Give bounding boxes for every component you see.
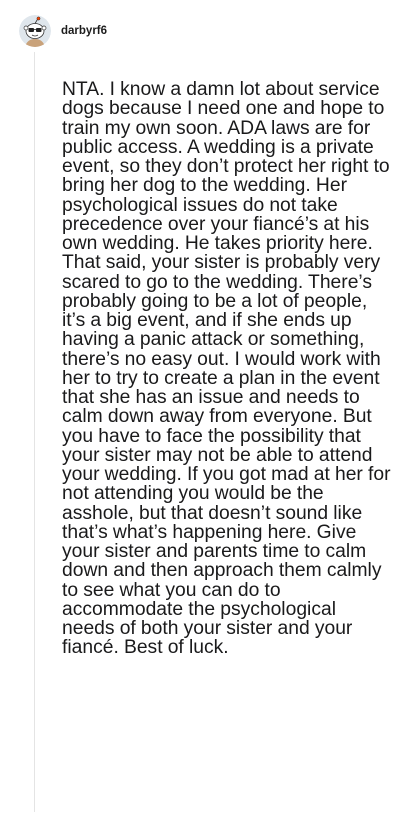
comment-body: NTA. I know a damn lot about service dog… bbox=[62, 79, 391, 659]
username[interactable]: darbyrf6 bbox=[61, 24, 107, 38]
thread-collapse-line[interactable] bbox=[34, 52, 35, 812]
comment: darbyrf6 NTA. I know a damn lot about se… bbox=[0, 0, 400, 827]
snoo-avatar-icon bbox=[19, 15, 51, 47]
user-avatar-icon[interactable] bbox=[19, 15, 51, 47]
